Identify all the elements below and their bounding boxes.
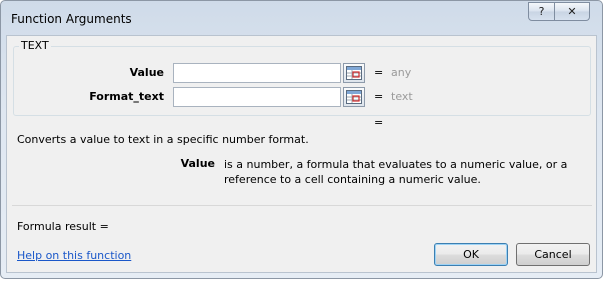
format-text-arg-result: text [391,90,413,103]
ok-button[interactable]: OK [434,243,508,266]
close-button[interactable]: ✕ [555,2,590,21]
help-on-function-link[interactable]: Help on this function [17,249,131,262]
range-selector-icon [346,90,362,104]
value-arg-result: any [391,66,412,79]
function-arguments-dialog: Function Arguments ? ✕ TEXT Value = any … [0,0,603,279]
help-button[interactable]: ? [528,2,555,21]
function-name: TEXT [19,39,51,52]
format-text-arg-label: Format_text [89,90,164,103]
format-text-arg-input[interactable] [173,87,341,107]
function-description: Converts a value to text in a specific n… [17,133,309,146]
function-result-equals: = [374,116,384,129]
window-controls: ? ✕ [528,2,590,22]
value-collapse-dialog-button[interactable] [343,63,365,83]
value-equals-sign: = [374,66,384,79]
close-icon: ✕ [567,5,577,18]
divider [12,205,592,206]
argument-help-name: Value [180,157,215,170]
question-mark-icon: ? [538,5,545,18]
format-text-equals-sign: = [374,90,384,103]
window-title: Function Arguments [11,12,132,26]
argument-help-text: is a number, a formula that evaluates to… [224,158,568,186]
value-arg-input[interactable] [173,63,341,83]
format-text-collapse-dialog-button[interactable] [343,87,365,107]
range-selector-icon [346,66,362,80]
title-bar[interactable]: Function Arguments ? ✕ [1,1,602,35]
value-arg-label: Value [129,66,164,79]
dialog-client-area: TEXT Value = any Format_text = text = Co… [6,35,597,273]
formula-result-label: Formula result = [17,220,109,233]
cancel-button[interactable]: Cancel [516,243,590,266]
